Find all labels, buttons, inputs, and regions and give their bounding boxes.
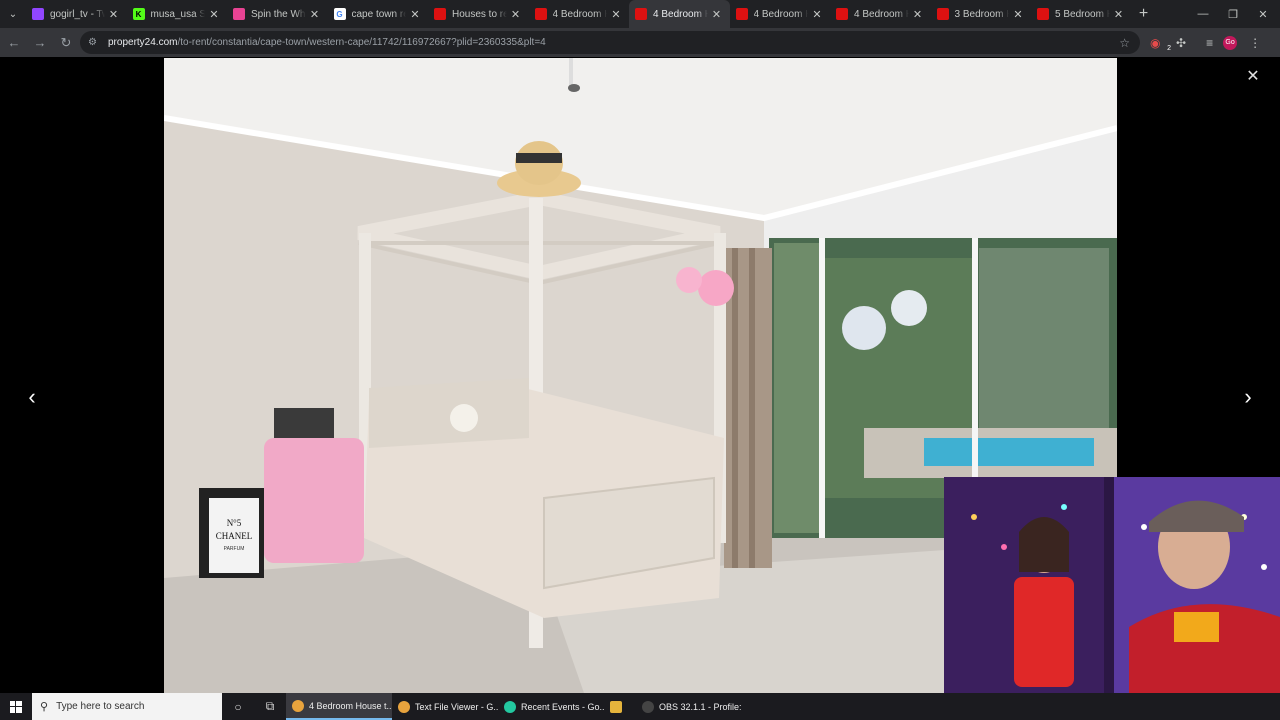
windows-start-icon[interactable] [0, 693, 32, 720]
tab-title: musa_usa Stream [150, 8, 206, 20]
browser-tab[interactable]: Spin the Wheel✕ [227, 0, 328, 28]
tab-title: 5 Bedroom House [1055, 8, 1110, 20]
tab-close-icon[interactable]: ✕ [710, 8, 724, 21]
url-host: property24.com [108, 37, 178, 48]
tab-close-icon[interactable]: ✕ [1011, 8, 1025, 21]
taskbar-app[interactable]: Recent Events - Go... [498, 693, 604, 720]
tab-strip: ⌄ gogirl_tv - Twitch✕Kmusa_usa Stream✕Sp… [0, 0, 1280, 28]
tab-title: cape town rentals [351, 8, 407, 20]
back-icon[interactable]: ← [2, 31, 26, 55]
extension-badge: 2 [1167, 44, 1171, 52]
app-icon [610, 700, 622, 713]
browser-toolbar: ← → ↻ ⚙ property24.com /to-rent/constant… [0, 28, 1280, 57]
tab-favicon-icon [434, 8, 446, 20]
url-path: /to-rent/constantia/cape-town/western-ca… [177, 37, 546, 48]
media-controls-icon[interactable]: ≡ [1206, 36, 1213, 50]
new-tab-button[interactable]: + [1132, 0, 1156, 28]
search-icon: ⚲ [40, 701, 49, 713]
browser-tab[interactable]: 4 Bedroom House✕ [730, 0, 831, 28]
app-icon [398, 700, 410, 713]
profile-avatar[interactable]: Go [1223, 35, 1238, 50]
webcam-overlay [944, 477, 1280, 720]
site-info-icon[interactable]: ⚙ [88, 37, 100, 49]
bookmark-star-icon[interactable]: ☆ [1119, 36, 1130, 50]
taskbar-search[interactable]: ⚲ Type here to search [32, 693, 222, 720]
tab-favicon-icon [635, 8, 647, 20]
tab-title: 4 Bedroom House [854, 8, 909, 20]
tab-title: 4 Bedroom House [653, 8, 708, 20]
browser-tab[interactable]: Gcape town rentals✕ [328, 0, 429, 28]
minimize-icon[interactable]: — [1188, 0, 1218, 28]
extensions-puzzle-icon[interactable]: ✣ [1176, 36, 1186, 50]
tab-close-icon[interactable]: ✕ [1112, 8, 1126, 21]
tab-favicon-icon [32, 8, 44, 20]
browser-tab[interactable]: 3 Bedroom House✕ [931, 0, 1032, 28]
tab-favicon-icon [233, 8, 245, 20]
tab-close-icon[interactable]: ✕ [810, 8, 824, 21]
frame-text-2: CHANEL [216, 531, 253, 541]
tab-favicon-icon: K [132, 8, 145, 20]
taskbar-app-label: Recent Events - Go... [521, 701, 604, 712]
taskbar-app[interactable]: 4 Bedroom House t... [286, 693, 392, 720]
browser-tab[interactable]: 5 Bedroom House✕ [1031, 0, 1132, 28]
tab-close-icon[interactable]: ✕ [308, 8, 322, 21]
tab-favicon-icon [735, 8, 748, 20]
browser-tab[interactable]: Houses to rent✕ [428, 0, 529, 28]
app-icon [642, 700, 654, 713]
extension-icon[interactable]: ◉ 2 [1150, 36, 1171, 52]
webcam-feed [944, 477, 1280, 720]
frame-text-3: PARFUM [224, 546, 245, 552]
search-placeholder: Type here to search [56, 701, 145, 712]
tab-title: Spin the Wheel [251, 8, 306, 20]
menu-kebab-icon[interactable]: ⋮ [1249, 36, 1261, 50]
tab-close-icon[interactable]: ✕ [911, 8, 925, 21]
tab-favicon-icon [1037, 8, 1049, 20]
taskbar-app[interactable] [604, 693, 636, 720]
app-icon [504, 700, 516, 713]
tab-close-icon[interactable]: ✕ [509, 8, 523, 21]
taskbar-app-label: 4 Bedroom House t... [309, 700, 392, 711]
tab-favicon-icon [936, 8, 949, 20]
taskbar-app[interactable]: Text File Viewer - G... [392, 693, 498, 720]
browser-tab[interactable]: 4 Bedroom House✕ [830, 0, 931, 28]
next-photo-arrow[interactable]: › [1234, 383, 1262, 411]
tab-favicon-icon [534, 8, 547, 20]
tab-close-icon[interactable]: ✕ [609, 8, 623, 21]
tab-title: gogirl_tv - Twitch [50, 8, 105, 20]
tab-search-icon[interactable]: ⌄ [0, 0, 26, 28]
windows-taskbar: ⚲ Type here to search ○ ⧉ 4 Bedroom Hous… [0, 693, 1280, 720]
tab-close-icon[interactable]: ✕ [207, 8, 221, 21]
reload-icon[interactable]: ↻ [54, 31, 78, 55]
browser-tab[interactable]: Kmusa_usa Stream✕ [127, 0, 228, 28]
taskbar-app-label: Text File Viewer - G... [415, 701, 498, 712]
frame-text-1: N°5 [227, 518, 242, 528]
browser-tab[interactable]: 4 Bedroom House✕ [529, 0, 630, 28]
tab-favicon-icon [836, 8, 848, 20]
tab-favicon-icon: G [333, 8, 346, 20]
address-bar[interactable]: ⚙ property24.com /to-rent/constantia/cap… [80, 31, 1140, 54]
tab-close-icon[interactable]: ✕ [408, 8, 422, 21]
task-view-icon[interactable]: ⧉ [254, 693, 286, 720]
app-icon [292, 699, 304, 712]
previous-photo-arrow[interactable]: ‹ [18, 383, 46, 411]
tab-title: 4 Bedroom House [753, 8, 809, 20]
tab-title: Houses to rent [452, 8, 507, 20]
restore-icon[interactable]: ❐ [1218, 0, 1248, 28]
window-close-icon[interactable]: ✕ [1248, 0, 1278, 28]
taskbar-app-label: OBS 32.1.1 - Profile:... [659, 701, 742, 712]
tab-close-icon[interactable]: ✕ [107, 8, 121, 21]
tab-title: 4 Bedroom House [552, 8, 608, 20]
browser-tab[interactable]: 4 Bedroom House✕ [629, 0, 730, 28]
close-gallery-icon[interactable]: ✕ [1243, 66, 1263, 86]
browser-tab[interactable]: gogirl_tv - Twitch✕ [26, 0, 127, 28]
tab-title: 3 Bedroom House [954, 8, 1010, 20]
cortana-icon[interactable]: ○ [222, 693, 254, 720]
forward-icon[interactable]: → [28, 31, 52, 55]
taskbar-app[interactable]: OBS 32.1.1 - Profile:... [636, 693, 742, 720]
